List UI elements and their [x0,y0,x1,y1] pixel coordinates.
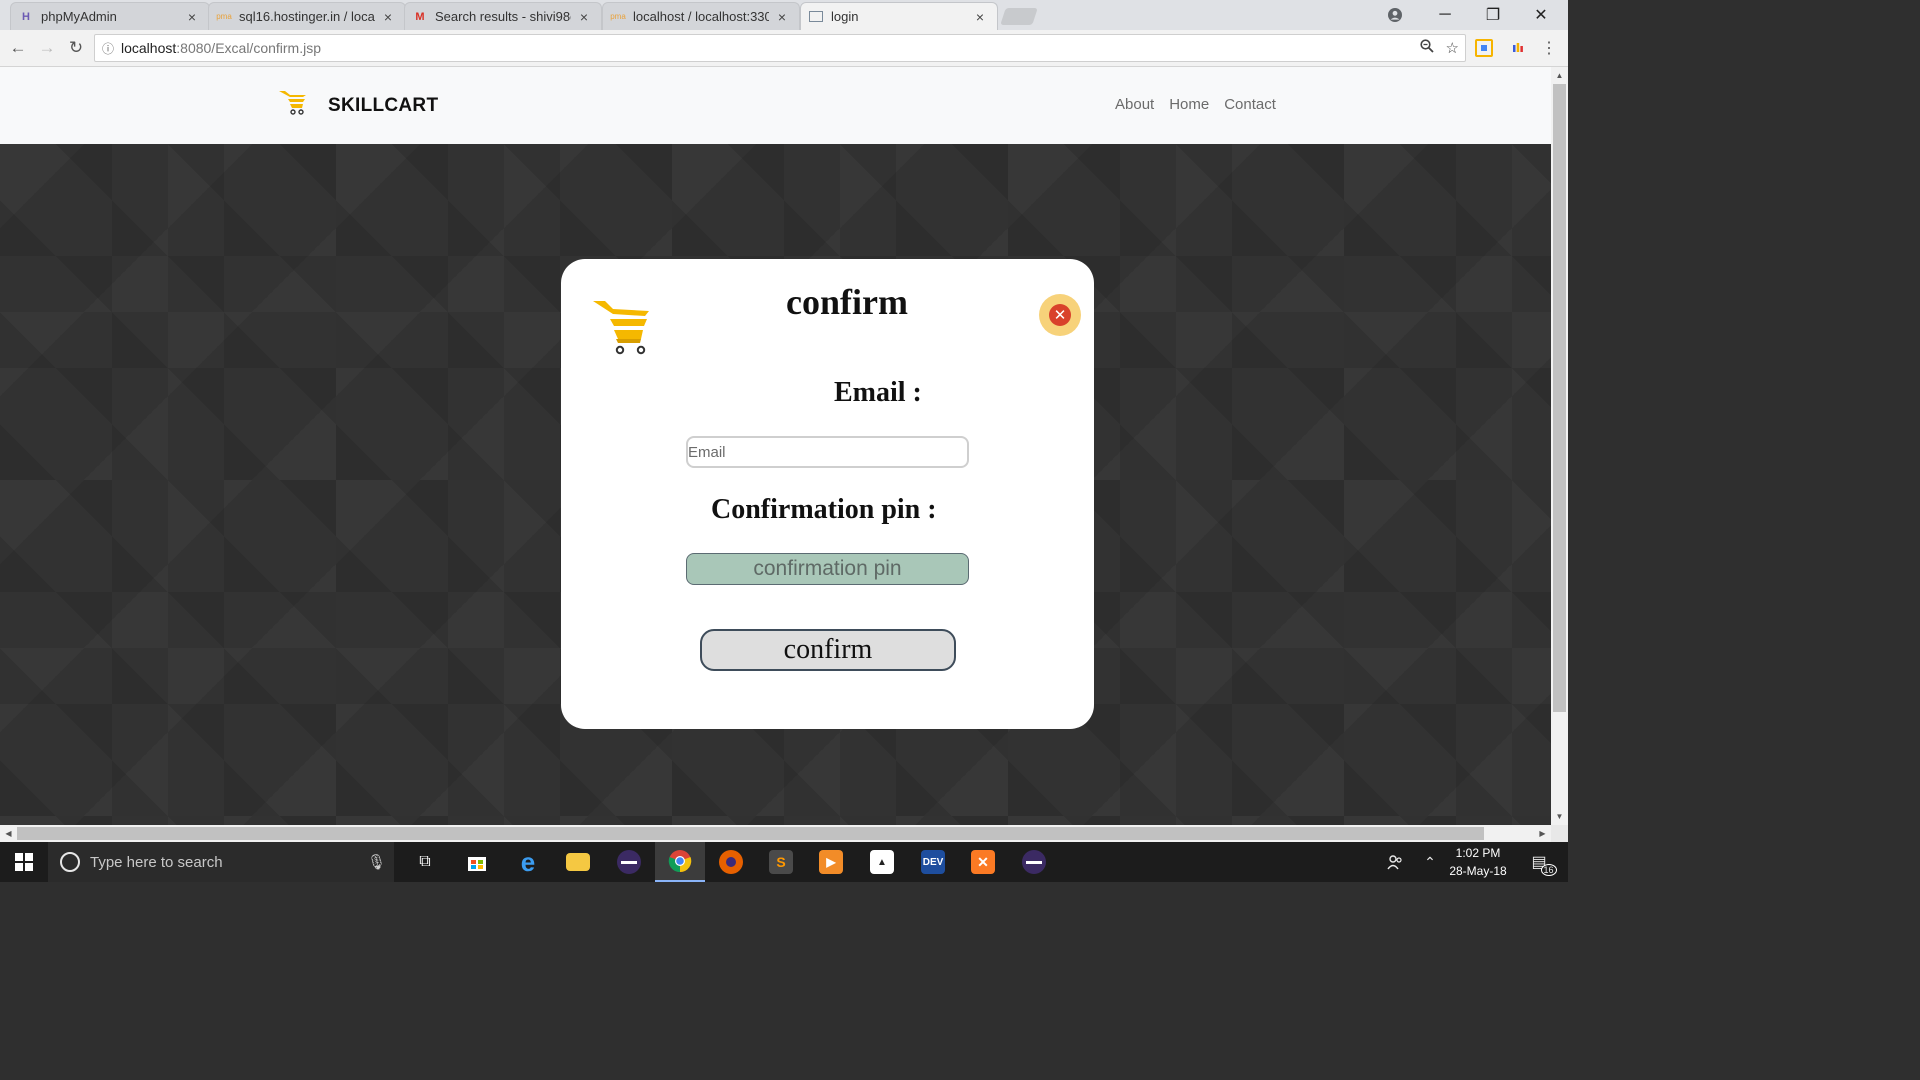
url-host: localhost [121,40,177,56]
site-navbar: SKILLCART About Home Contact [0,67,1551,144]
pma-icon: pma [610,12,626,21]
brand-name: SKILLCART [328,94,439,116]
gmail-icon: M [415,10,425,23]
email-field[interactable] [686,436,969,468]
media-player-icon[interactable]: ▶ [806,842,856,882]
notification-count: 16 [1540,864,1557,876]
action-center-icon[interactable]: ▤ 16 [1524,842,1557,882]
tab-close-icon[interactable]: × [973,9,987,25]
tab-login[interactable]: login × [800,2,998,30]
scroll-down-icon[interactable]: ▼ [1551,808,1568,825]
cart-logo-icon [278,89,308,122]
scroll-up-icon[interactable]: ▲ [1551,67,1568,84]
reload-icon[interactable]: ↻ [64,36,88,60]
tab-phpmyadmin[interactable]: H phpMyAdmin × [10,2,210,30]
windows-start-icon[interactable] [0,842,48,882]
cortana-icon [60,852,80,872]
page-background: confirm ✕ Email : Confirmation pin : con… [0,144,1551,825]
tab-title: Search results - shivi98g [435,9,571,24]
tab-gmail[interactable]: M Search results - shivi98g × [404,2,602,30]
scrollbar-corner [1551,825,1568,842]
minimize-button[interactable]: ─ [1422,0,1468,30]
new-tab-button[interactable] [1000,8,1038,25]
scroll-left-icon[interactable]: ◀ [0,825,17,842]
horizontal-scrollbar[interactable]: ◀ ▶ [0,825,1551,842]
tab-title: login [831,9,859,24]
info-icon[interactable]: ⓘ [95,40,121,57]
eclipse-alt-icon[interactable] [1009,842,1059,882]
page-viewport: SKILLCART About Home Contact confirm ✕ E… [0,67,1551,825]
extension-bars-icon[interactable] [1509,39,1527,57]
tray-chevron-up-icon[interactable]: ⌃ [1418,842,1442,882]
brand[interactable]: SKILLCART [278,89,438,122]
taskbar-search-placeholder: Type here to search [90,853,223,871]
close-modal-button[interactable]: ✕ [1039,294,1081,336]
phpmyadmin-icon: H [22,10,30,23]
confirm-button[interactable]: confirm [700,629,956,671]
pin-label: Confirmation pin : [711,494,937,525]
scroll-thumb[interactable] [1553,84,1566,712]
profile-icon[interactable] [1372,0,1418,30]
photos-icon[interactable]: ▲ [857,842,907,882]
store-icon[interactable] [452,842,502,882]
browser-titlebar: H phpMyAdmin × pma sql16.hostinger.in / … [0,0,1568,30]
tab-close-icon[interactable]: × [381,9,395,25]
address-bar[interactable]: ⓘ localhost:8080/Excal/confirm.jsp ☆ [94,34,1466,62]
nav-link-about[interactable]: About [1115,96,1154,113]
back-arrow-icon[interactable]: ← [6,36,30,60]
tab-title: phpMyAdmin [41,9,117,24]
confirm-modal: confirm ✕ Email : Confirmation pin : con… [561,259,1094,729]
tab-title: sql16.hostinger.in / localh [239,9,375,24]
chrome-icon[interactable] [655,842,705,882]
nav-link-contact[interactable]: Contact [1224,96,1276,113]
edge-browser-icon[interactable]: e [503,842,553,882]
eclipse-icon[interactable] [604,842,654,882]
clock-date: 28-May-18 [1449,864,1507,878]
bookmark-star-icon[interactable]: ☆ [1446,39,1459,57]
firefox-icon[interactable] [706,842,756,882]
tab-close-icon[interactable]: × [775,9,789,25]
dev-cpp-icon[interactable]: DEV [908,842,958,882]
pma-icon: pma [216,12,232,21]
url-path: :8080/Excal/confirm.jsp [176,40,321,56]
extension-icon[interactable] [1475,39,1493,57]
file-explorer-icon[interactable] [553,842,603,882]
task-view-icon[interactable]: ⧉ [400,842,450,882]
tab-close-icon[interactable]: × [185,9,199,25]
confirmation-pin-field[interactable] [686,553,969,585]
nav-links: About Home Contact [1115,96,1276,113]
tab-localhost[interactable]: pma localhost / localhost:3307 × [602,2,800,30]
tab-title: localhost / localhost:3307 [633,9,769,24]
microphone-icon[interactable]: 🎙 [367,853,386,871]
close-window-button[interactable]: ✕ [1518,0,1564,30]
tab-close-icon[interactable]: × [577,9,591,25]
page-icon [809,11,823,22]
xampp-icon[interactable]: ✕ [958,842,1008,882]
tab-hostinger[interactable]: pma sql16.hostinger.in / localh × [208,2,406,30]
nav-link-home[interactable]: Home [1169,96,1209,113]
people-icon[interactable] [1380,842,1410,882]
sublime-text-icon[interactable]: S [756,842,806,882]
menu-dots-icon[interactable]: ⋮ [1540,39,1558,57]
taskbar: Type here to search 🎙 ⧉ e S ▶ ▲ DEV ✕ ⌃ … [0,842,1568,882]
taskbar-clock[interactable]: 1:02 PM 28-May-18 [1440,844,1516,880]
close-icon: ✕ [1049,304,1071,326]
clock-time: 1:02 PM [1455,846,1501,860]
vertical-scrollbar[interactable]: ▲ ▼ [1551,67,1568,825]
email-label: Email : [834,377,922,408]
restore-button[interactable]: ❐ [1470,0,1516,30]
taskbar-search-box[interactable]: Type here to search 🎙 [48,842,394,882]
zoom-icon[interactable] [1419,39,1434,57]
scroll-right-icon[interactable]: ▶ [1534,825,1551,842]
forward-arrow-icon[interactable]: → [35,36,59,60]
browser-toolbar: ← → ↻ ⓘ localhost:8080/Excal/confirm.jsp… [0,30,1568,67]
scroll-thumb[interactable] [17,827,1484,840]
